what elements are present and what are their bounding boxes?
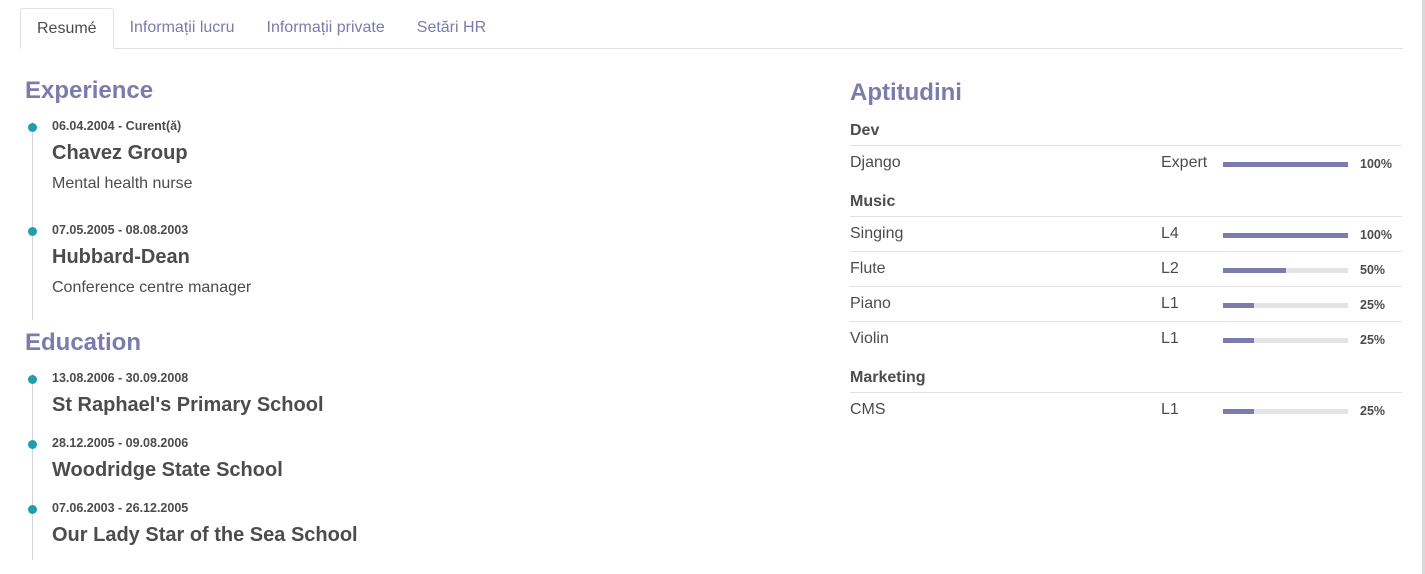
skill-progress-bar: [1223, 268, 1348, 273]
resume-line-organization: Chavez Group: [52, 142, 188, 164]
skill-name: Piano: [850, 295, 891, 312]
skill-name: Django: [850, 154, 901, 171]
skill-row[interactable]: Django Expert 100%: [850, 146, 1402, 180]
timeline-dot-icon: [28, 440, 37, 449]
skill-group-marketing: Marketing CMS L1 25%: [850, 369, 1402, 427]
resume-line-role: Conference centre manager: [52, 279, 252, 296]
skill-progress-label: 25%: [1360, 298, 1386, 312]
resume-line-experience-2[interactable]: 07.05.2005 - 08.08.2003 Hubbard-Dean Con…: [26, 223, 726, 313]
tab-hr-settings[interactable]: Setări HR: [401, 8, 502, 48]
timeline-dot-icon: [28, 505, 37, 514]
skill-row[interactable]: CMS L1 25%: [850, 393, 1402, 427]
tab-private-information[interactable]: Informații private: [251, 8, 401, 48]
skill-progress-label: 50%: [1360, 263, 1386, 277]
skill-group-dev: Dev Django Expert 100%: [850, 122, 1402, 180]
skill-group-name: Music: [850, 193, 1402, 217]
skill-progress-bar: [1223, 303, 1348, 308]
resume-line-date: 07.05.2005 - 08.08.2003: [52, 223, 189, 237]
resume-line-education-1[interactable]: 13.08.2006 - 30.09.2008 St Raphael's Pri…: [26, 371, 726, 427]
timeline-dot-icon: [28, 227, 37, 236]
resume-line-organization: Our Lady Star of the Sea School: [52, 524, 358, 546]
skill-progress-bar: [1223, 162, 1348, 167]
resume-line-date: 07.06.2003 - 26.12.2005: [52, 501, 189, 515]
skill-group-name: Dev: [850, 122, 1402, 146]
resume-line-experience-1[interactable]: 06.04.2004 - Curent(ă) Chavez Group Ment…: [26, 119, 726, 209]
tab-resume[interactable]: Resumé: [20, 8, 114, 49]
skill-name: Violin: [850, 330, 889, 347]
resume-line-education-2[interactable]: 28.12.2005 - 09.08.2006 Woodridge State …: [26, 436, 726, 492]
skill-progress-bar: [1223, 233, 1348, 238]
resume-line-organization: Hubbard-Dean: [52, 246, 190, 268]
skill-progress-label: 100%: [1360, 157, 1392, 171]
skill-group-name: Marketing: [850, 369, 1402, 393]
experience-section-title: Experience: [25, 77, 154, 104]
skill-level: L2: [1161, 260, 1179, 277]
skill-progress-bar: [1223, 409, 1348, 414]
skill-level: L1: [1161, 295, 1179, 312]
skill-name: CMS: [850, 401, 886, 418]
skill-level: Expert: [1161, 154, 1208, 171]
skill-progress-label: 100%: [1360, 228, 1392, 242]
skill-progress-bar: [1223, 338, 1348, 343]
skill-level: L1: [1161, 401, 1179, 418]
skill-row[interactable]: Singing L4 100%: [850, 217, 1402, 252]
skill-progress-label: 25%: [1360, 333, 1386, 347]
timeline-dot-icon: [28, 123, 37, 132]
resume-line-role: Mental health nurse: [52, 175, 193, 192]
skill-row[interactable]: Violin L1 25%: [850, 322, 1402, 356]
tab-work-information[interactable]: Informații lucru: [114, 8, 251, 48]
resume-line-organization: St Raphael's Primary School: [52, 394, 324, 416]
tab-bar: Resumé Informații lucru Informații priva…: [20, 8, 1403, 49]
skill-progress-label: 25%: [1360, 404, 1386, 418]
resume-line-education-3[interactable]: 07.06.2003 - 26.12.2005 Our Lady Star of…: [26, 501, 726, 557]
timeline-dot-icon: [28, 375, 37, 384]
skills-section-title: Aptitudini: [850, 79, 962, 106]
skill-name: Singing: [850, 225, 904, 242]
skill-row[interactable]: Piano L1 25%: [850, 287, 1402, 322]
resume-line-date: 28.12.2005 - 09.08.2006: [52, 436, 189, 450]
education-section-title: Education: [25, 329, 142, 356]
skill-level: L4: [1161, 225, 1179, 242]
skill-row[interactable]: Flute L2 50%: [850, 252, 1402, 287]
resume-line-date: 06.04.2004 - Curent(ă): [52, 119, 182, 133]
resume-line-date: 13.08.2006 - 30.09.2008: [52, 371, 189, 385]
resume-line-organization: Woodridge State School: [52, 459, 283, 481]
skill-group-music: Music Singing L4 100% Flute L2 50% Piano…: [850, 193, 1402, 356]
skill-level: L1: [1161, 330, 1179, 347]
skill-name: Flute: [850, 260, 886, 277]
